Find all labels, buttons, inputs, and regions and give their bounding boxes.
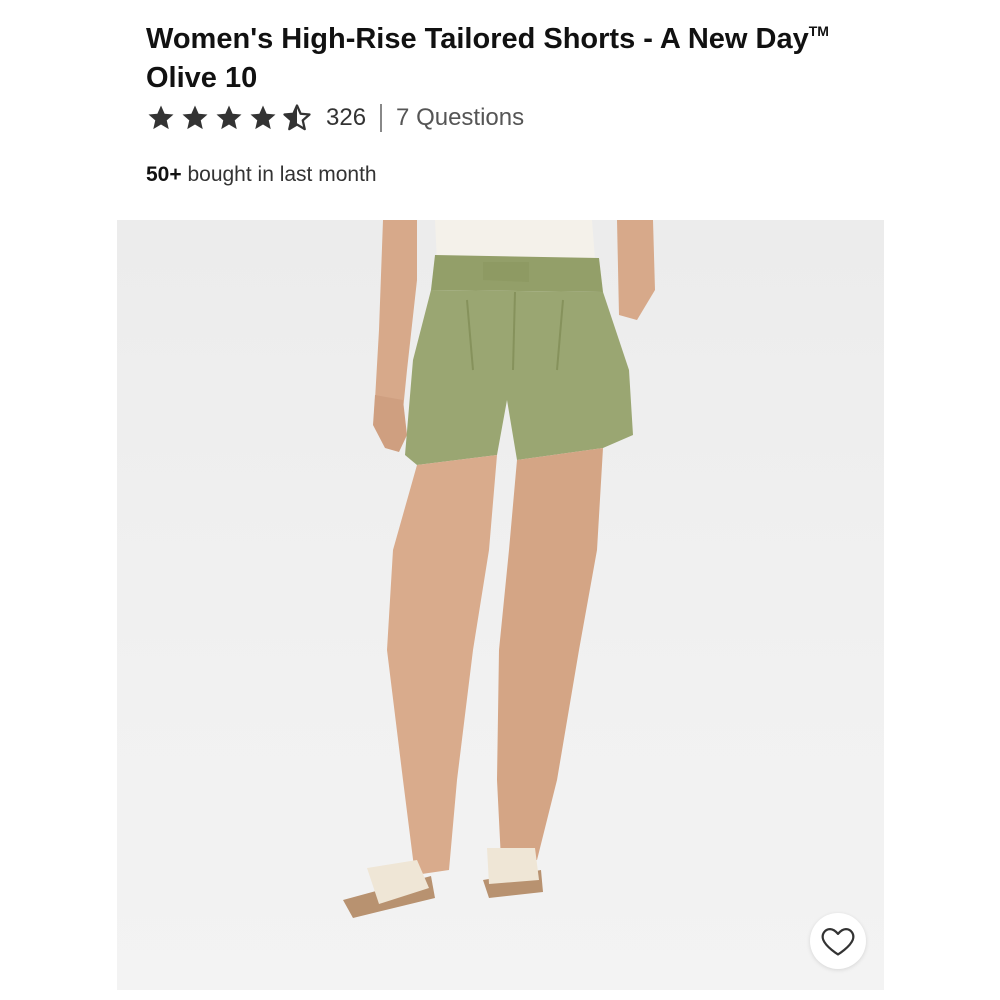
review-count-link[interactable]: 326 <box>326 104 366 132</box>
product-variant: Olive 10 <box>146 62 258 94</box>
right-margin <box>884 0 1000 1000</box>
product-card: Women's High-Rise Tailored Shorts - A Ne… <box>117 0 884 1000</box>
heart-icon <box>821 928 855 956</box>
right-leg <box>497 448 603 860</box>
shorts <box>405 290 633 465</box>
right-sandal-strap <box>487 848 539 884</box>
bought-text: bought in last month <box>187 163 377 186</box>
product-title: Women's High-Rise Tailored Shorts - A Ne… <box>146 12 856 98</box>
favorite-button[interactable] <box>810 913 866 969</box>
trademark-mark: TM <box>808 23 829 39</box>
star-icon <box>180 103 210 133</box>
rating-divider <box>380 104 383 132</box>
shorts-tab <box>483 262 529 282</box>
right-arm <box>617 220 655 320</box>
product-image[interactable] <box>117 220 884 990</box>
half-star-icon <box>282 103 312 133</box>
star-icon <box>146 103 176 133</box>
star-icon <box>214 103 244 133</box>
left-margin <box>0 0 117 1000</box>
rating-row: 326 7 Questions <box>146 100 524 136</box>
product-title-text: Women's High-Rise Tailored Shorts - A Ne… <box>146 23 809 55</box>
left-hand <box>373 395 407 452</box>
star-icon <box>248 103 278 133</box>
product-header: Women's High-Rise Tailored Shorts - A Ne… <box>117 0 884 220</box>
bought-count: 50+ <box>146 163 182 186</box>
left-leg <box>387 455 497 875</box>
purchase-stat: 50+ bought in last month <box>146 163 377 187</box>
questions-link[interactable]: 7 Questions <box>396 104 524 132</box>
star-rating[interactable] <box>146 103 312 133</box>
product-photo <box>343 220 655 918</box>
